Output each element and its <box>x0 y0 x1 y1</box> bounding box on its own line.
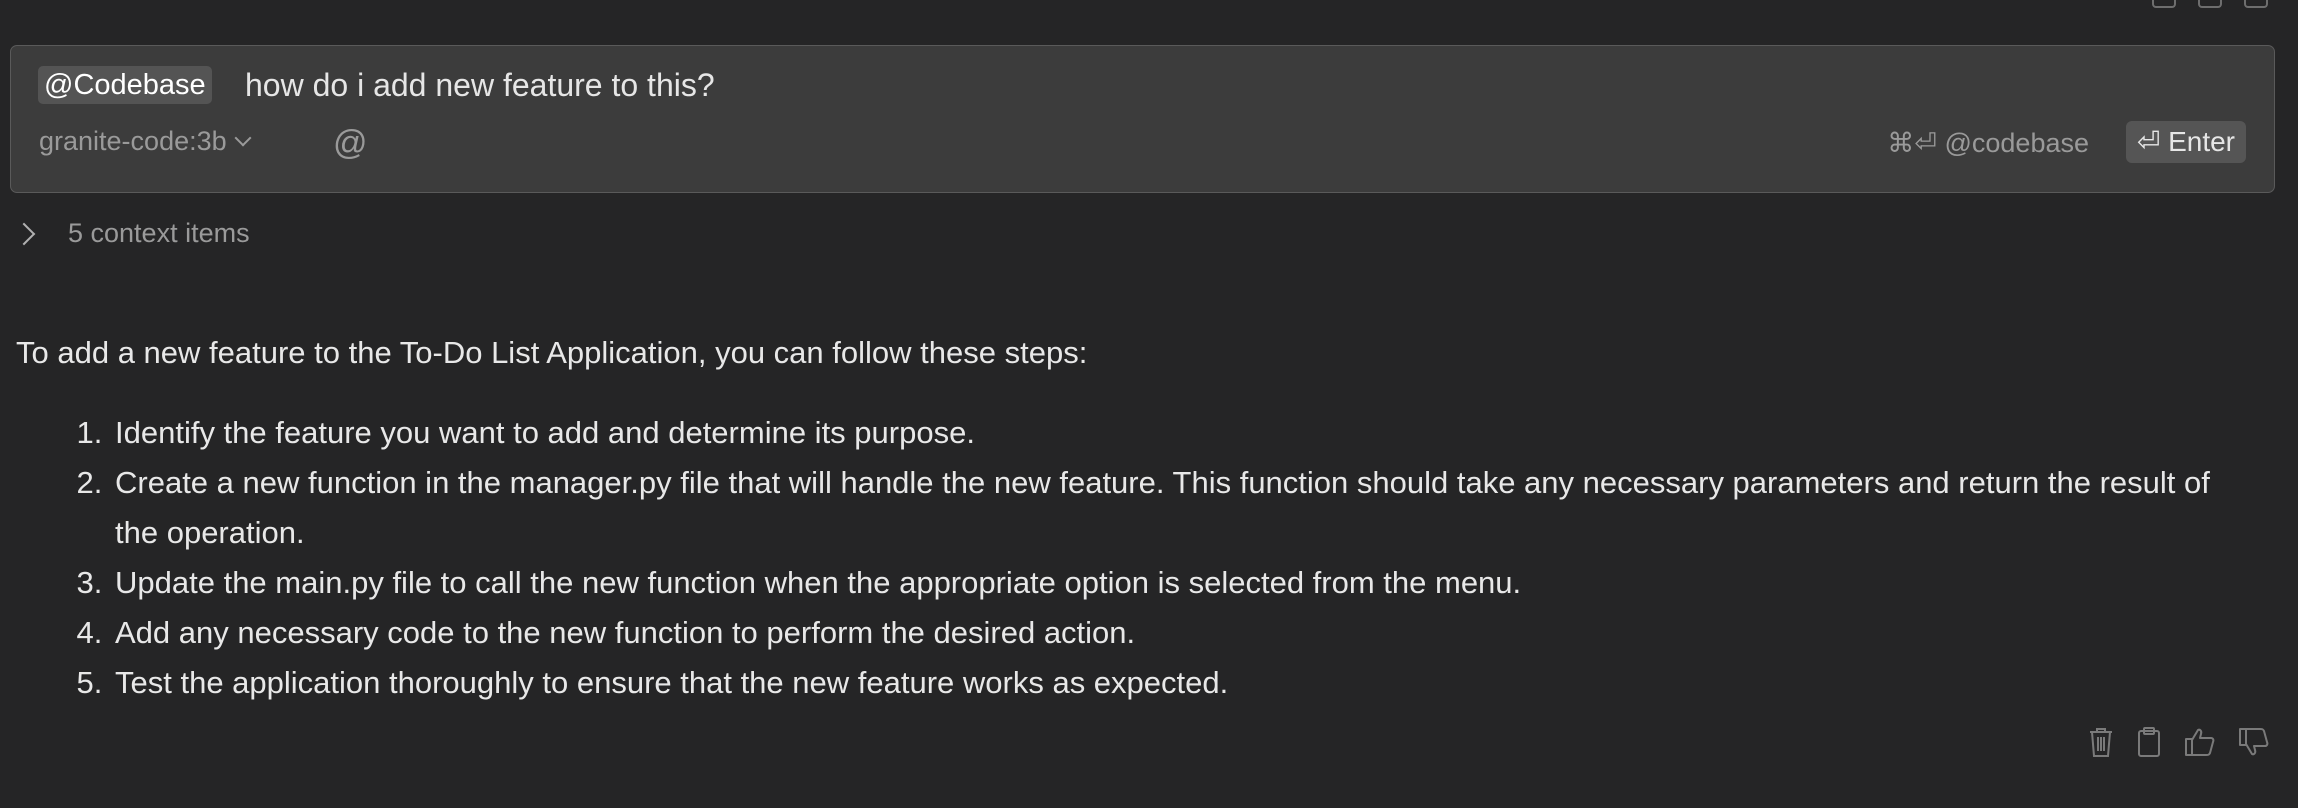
thumbs-up-icon[interactable] <box>2198 0 2222 8</box>
context-items-toggle[interactable]: 5 context items <box>12 218 250 249</box>
clipboard-icon[interactable] <box>2136 726 2162 758</box>
list-item: Create a new function in the manager.py … <box>111 458 2256 558</box>
codebase-shortcut-hint[interactable]: ⌘⏎ @codebase <box>1887 128 2089 159</box>
list-item: Add any necessary code to the new functi… <box>111 608 2256 658</box>
model-name: granite-code:3b <box>39 126 227 156</box>
steps-list: Identify the feature you want to add and… <box>16 408 2256 708</box>
assistant-response: To add a new feature to the To-Do List A… <box>16 328 2256 708</box>
enter-button[interactable]: ⏎ Enter <box>2125 121 2246 163</box>
trash-icon[interactable] <box>2088 726 2114 758</box>
chat-input-box[interactable]: @Codebase how do i add new feature to th… <box>10 45 2275 193</box>
list-item: Identify the feature you want to add and… <box>111 408 2256 458</box>
context-items-label: 5 context items <box>68 218 250 248</box>
list-item: Test the application thoroughly to ensur… <box>111 658 2256 708</box>
query-text[interactable]: how do i add new feature to this? <box>245 63 715 107</box>
model-selector[interactable]: granite-code:3b <box>39 126 252 157</box>
response-actions <box>2088 726 2270 758</box>
at-mention-button[interactable]: @ <box>333 124 368 163</box>
list-item: Update the main.py file to call the new … <box>111 558 2256 608</box>
chevron-down-icon <box>234 129 252 146</box>
clipboard-icon[interactable] <box>2152 0 2176 8</box>
codebase-mention-chip[interactable]: @Codebase <box>38 66 212 104</box>
previous-message-actions <box>2152 0 2268 8</box>
response-intro: To add a new feature to the To-Do List A… <box>16 335 1088 370</box>
thumbs-down-icon[interactable] <box>2238 727 2270 757</box>
chevron-right-icon <box>12 222 36 245</box>
thumbs-down-icon[interactable] <box>2244 0 2268 8</box>
thumbs-up-icon[interactable] <box>2184 727 2216 757</box>
